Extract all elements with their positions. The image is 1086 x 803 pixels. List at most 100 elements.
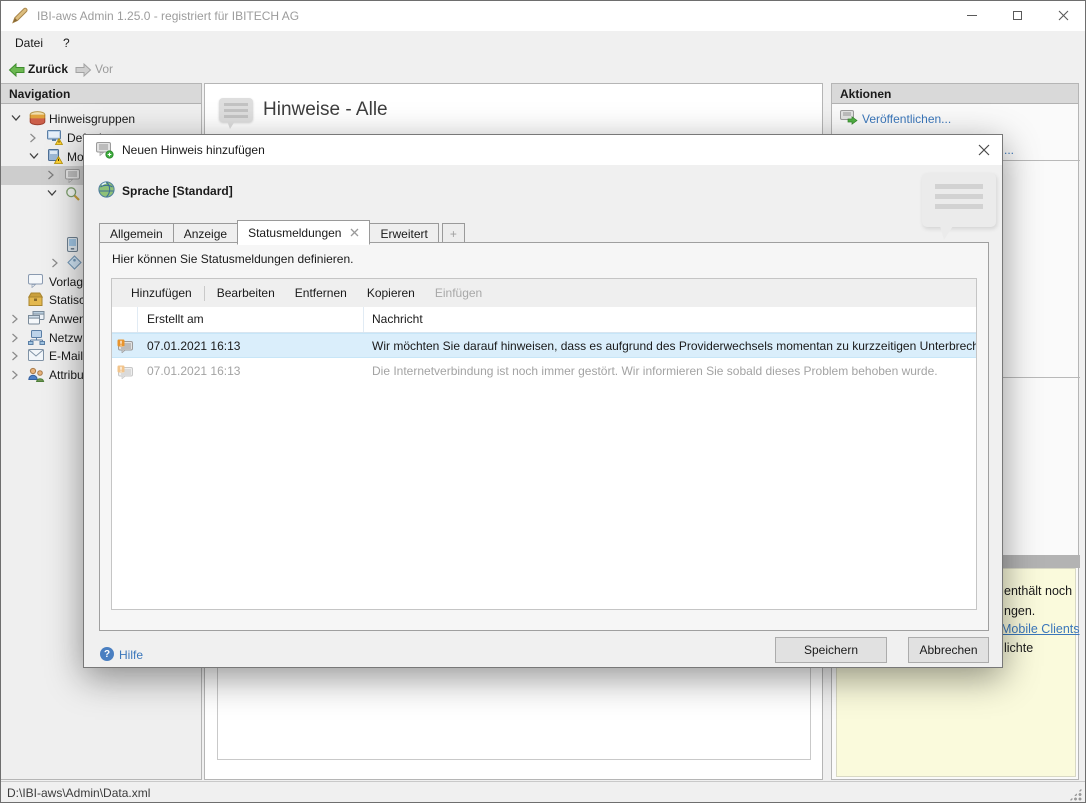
main-toolbar: Zurück Vor (1, 57, 1085, 83)
page-title: Hinweise - Alle (263, 99, 388, 120)
paste-status-button: Einfügen (434, 286, 483, 300)
hint-watermark-icon (922, 173, 996, 240)
tab-anzeige[interactable]: Anzeige (173, 223, 239, 244)
add-hint-icon (96, 142, 114, 159)
message-column-header[interactable]: Nachricht (364, 307, 976, 332)
chevron-right-icon[interactable] (29, 133, 37, 143)
windows-stack-icon (28, 311, 45, 325)
tree-item-label: Netzw (49, 331, 83, 345)
resize-grip[interactable] (1069, 788, 1082, 801)
cancel-button[interactable]: Abbrechen (908, 637, 989, 663)
tab-allgemein[interactable]: Allgemein (99, 223, 174, 244)
chevron-right-icon[interactable] (11, 351, 19, 361)
chevron-right-icon[interactable] (11, 333, 19, 343)
save-button[interactable]: Speichern (775, 637, 887, 663)
truncated-action-link[interactable]: ... (1004, 143, 1014, 157)
tree-item-label: Statisc (49, 293, 86, 307)
chevron-down-icon[interactable] (11, 114, 21, 122)
monitor-warning-icon (47, 130, 63, 145)
close-icon (978, 144, 990, 156)
icon-column-header[interactable] (112, 307, 138, 332)
tab-statusmeldungen[interactable]: Statusmeldungen (237, 220, 371, 245)
tree-item-hinweisgruppen[interactable]: Hinweisgruppen (1, 110, 201, 128)
tree-item-label: E-Mail (49, 349, 84, 363)
tab-erweitert[interactable]: Erweitert (370, 223, 439, 244)
tab-label: Statusmeldungen (248, 225, 342, 240)
dialog-close-button[interactable] (970, 139, 998, 161)
dialog-title: Neuen Hinweis hinzufügen (122, 143, 265, 157)
status-messages-description: Hier können Sie Statusmeldungen definier… (112, 252, 354, 266)
toolbar-separator (203, 285, 205, 301)
titlebar: IBI-aws Admin 1.25.0 - registriert für I… (1, 1, 1085, 31)
table-header-row: Erstellt am Nachricht (112, 307, 976, 333)
navigation-header: Navigation (1, 84, 201, 104)
created-column-header[interactable]: Erstellt am (138, 307, 364, 332)
row-message: Wir möchten Sie darauf hinweisen, dass e… (372, 339, 976, 353)
close-button[interactable] (1041, 1, 1085, 30)
key-search-icon (65, 186, 81, 202)
app-window: IBI-aws Admin 1.25.0 - registriert für I… (0, 0, 1086, 803)
close-icon (1058, 10, 1069, 21)
edit-status-button[interactable]: Bearbeiten (207, 286, 285, 300)
minimize-button[interactable] (949, 1, 994, 30)
chevron-right-icon[interactable] (11, 370, 19, 380)
dialog-titlebar: Neuen Hinweis hinzufügen (84, 135, 1002, 165)
window-title: IBI-aws Admin 1.25.0 - registriert für I… (37, 9, 300, 23)
status-messages-list: Hinzufügen Bearbeiten Entfernen Kopieren… (111, 278, 977, 610)
tab-close-icon[interactable] (350, 228, 359, 237)
back-button[interactable]: Zurück (28, 62, 68, 76)
menubar: Datei ? (1, 31, 1085, 57)
tab-label: Erweitert (380, 227, 428, 241)
language-label: Sprache [Standard] (122, 184, 233, 198)
back-arrow-icon (8, 63, 25, 77)
chevron-down-icon[interactable] (29, 152, 39, 160)
users-icon (28, 367, 45, 382)
dialog-tabs: Allgemein Anzeige Statusmeldungen Erweit… (99, 218, 465, 245)
hinweisgruppen-icon (29, 111, 46, 126)
chest-box-icon (28, 292, 44, 306)
note-line-2: ngen. (1004, 604, 1036, 618)
add-status-button[interactable]: Hinzufügen (121, 286, 202, 300)
client-warning-icon (47, 149, 63, 164)
plus-icon: + (449, 227, 457, 241)
tab-add-button[interactable]: + (441, 223, 465, 244)
publish-icon (840, 110, 858, 125)
menu-datei[interactable]: Datei (15, 36, 43, 50)
note-line-3: lichte (1004, 641, 1034, 655)
forward-arrow-icon (75, 63, 92, 77)
tree-item-label: Vorlag (49, 275, 84, 289)
chevron-down-icon[interactable] (47, 189, 57, 197)
app-icon (11, 7, 29, 25)
chevron-right-icon[interactable] (51, 258, 59, 268)
mobile-clients-link[interactable]: Mobile Clients (1001, 622, 1080, 636)
table-row[interactable]: 07.01.2021 16:13 Die Internetverbindung … (112, 359, 976, 384)
row-message: Die Internetverbindung ist noch immer ge… (372, 364, 938, 378)
list-toolbar: Hinzufügen Bearbeiten Entfernen Kopieren… (112, 279, 976, 307)
globe-icon (98, 181, 115, 198)
tree-item-label: Attribu (49, 368, 84, 382)
delete-status-button[interactable]: Entfernen (285, 286, 357, 300)
copy-status-button[interactable]: Kopieren (357, 286, 425, 300)
tree-item-label: Mo (67, 150, 84, 164)
email-icon (28, 349, 44, 361)
help-link[interactable]: Hilfe (119, 648, 143, 662)
status-file-path: D:\IBI-aws\Admin\Data.xml (7, 786, 151, 800)
forward-button[interactable]: Vor (95, 62, 113, 76)
mobile-phone-icon (67, 237, 78, 252)
help-icon (100, 647, 114, 661)
tab-content-statusmeldungen: Hier können Sie Statusmeldungen definier… (99, 242, 989, 631)
row-created-at: 07.01.2021 16:13 (147, 364, 241, 378)
status-message-icon (112, 334, 138, 357)
chevron-right-icon[interactable] (47, 170, 55, 180)
chevron-right-icon[interactable] (11, 314, 19, 324)
menu-help[interactable]: ? (63, 36, 70, 50)
cancel-button-label: Abbrechen (919, 643, 978, 657)
status-message-icon (112, 359, 138, 384)
maximize-button[interactable] (995, 1, 1040, 30)
publish-action-link[interactable]: Veröffentlichen... (862, 112, 951, 126)
table-row[interactable]: 07.01.2021 16:13 Wir möchten Sie darauf … (112, 333, 976, 358)
actions-header: Aktionen (832, 84, 1078, 104)
hinweise-bubble-icon (219, 98, 253, 129)
vorlagen-bubble-icon (28, 274, 44, 288)
note-line-1: enthält noch (1004, 584, 1073, 598)
